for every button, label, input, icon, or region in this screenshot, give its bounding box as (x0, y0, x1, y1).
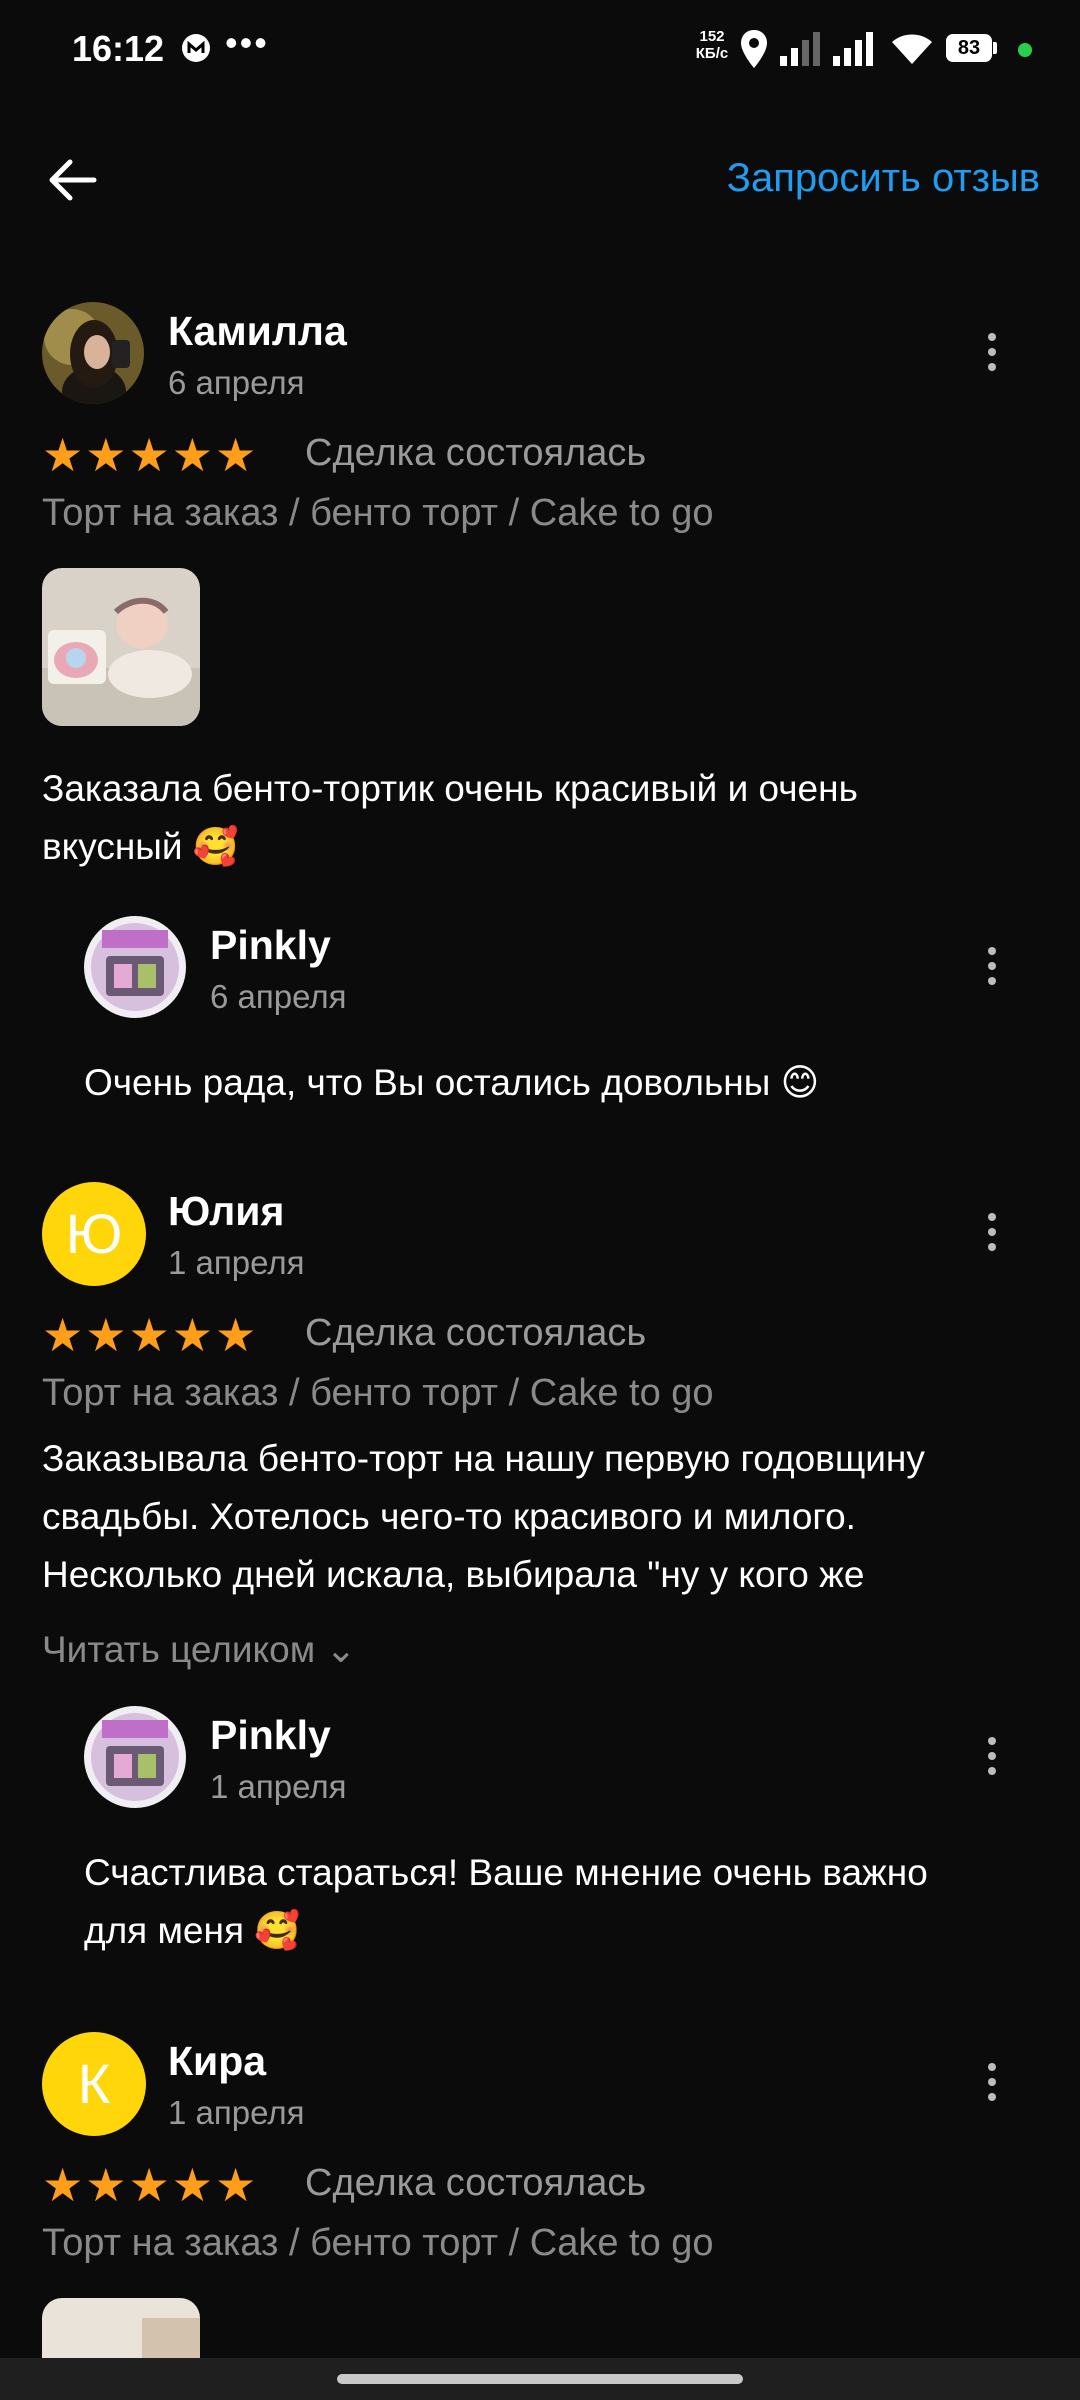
review-author: Кира (168, 2038, 267, 2084)
review-category: Торт на заказ / бенто торт / Cake to go (42, 492, 714, 534)
review-photo[interactable] (42, 568, 200, 726)
more-options-icon[interactable] (972, 1730, 1012, 1790)
more-notifications-icon: ••• (225, 22, 269, 63)
avatar[interactable]: Ю (42, 1182, 146, 1286)
read-more-link[interactable]: Читать целиком ⌄ (42, 1628, 356, 1671)
avatar[interactable] (42, 302, 144, 404)
reply-author: Pinkly (210, 922, 331, 968)
signal-icon-1 (780, 30, 824, 71)
seller-avatar[interactable] (84, 1706, 186, 1808)
location-icon (738, 28, 770, 75)
review-author: Камилла (168, 308, 347, 354)
rating-stars: ★★★★★ (42, 1309, 259, 1361)
reply-author: Pinkly (210, 1712, 331, 1758)
reply-date: 6 апреля (210, 978, 347, 1015)
home-gesture-handle[interactable] (337, 2374, 743, 2384)
deal-status: Сделка состоялась (305, 432, 647, 474)
mail-notification-icon (182, 34, 210, 62)
review-date: 1 апреля (168, 1244, 305, 1281)
wifi-icon (888, 30, 936, 71)
avatar[interactable]: К (42, 2032, 146, 2136)
network-speed: 152 КБ/с (695, 28, 729, 62)
rating-stars: ★★★★★ (42, 429, 259, 481)
review-photo[interactable] (42, 2298, 200, 2358)
reply-text: Счастлива стараться! Ваше мнение очень в… (84, 1852, 928, 1951)
battery-tip (993, 42, 997, 54)
privacy-indicator-dot (1018, 43, 1032, 57)
deal-status: Сделка состоялась (305, 2162, 647, 2204)
reply-text: Очень рада, что Вы остались довольны 😊 (84, 1062, 820, 1103)
signal-icon-2 (833, 30, 877, 71)
review-date: 6 апреля (168, 364, 305, 401)
review-category: Торт на заказ / бенто торт / Cake to go (42, 2222, 714, 2264)
battery-icon: 83 (946, 34, 992, 62)
more-options-icon[interactable] (972, 2056, 1012, 2116)
more-options-icon[interactable] (972, 1206, 1012, 1266)
back-button[interactable] (40, 150, 110, 210)
status-time: 16:12 (72, 28, 165, 69)
more-options-icon[interactable] (972, 940, 1012, 1000)
reply-date: 1 апреля (210, 1768, 347, 1805)
seller-avatar[interactable] (84, 916, 186, 1018)
review-date: 1 апреля (168, 2094, 305, 2131)
review-author: Юлия (168, 1188, 285, 1234)
review-text: Заказывала бенто-торт на нашу первую год… (42, 1438, 925, 1595)
deal-status: Сделка состоялась (305, 1312, 647, 1354)
arrow-left-icon (49, 159, 97, 201)
request-review-button[interactable]: Запросить отзыв (727, 156, 1040, 201)
more-options-icon[interactable] (972, 326, 1012, 386)
review-category: Торт на заказ / бенто торт / Cake to go (42, 1372, 714, 1414)
review-text: Заказала бенто-тортик очень красивый и о… (42, 768, 858, 867)
rating-stars: ★★★★★ (42, 2159, 259, 2211)
